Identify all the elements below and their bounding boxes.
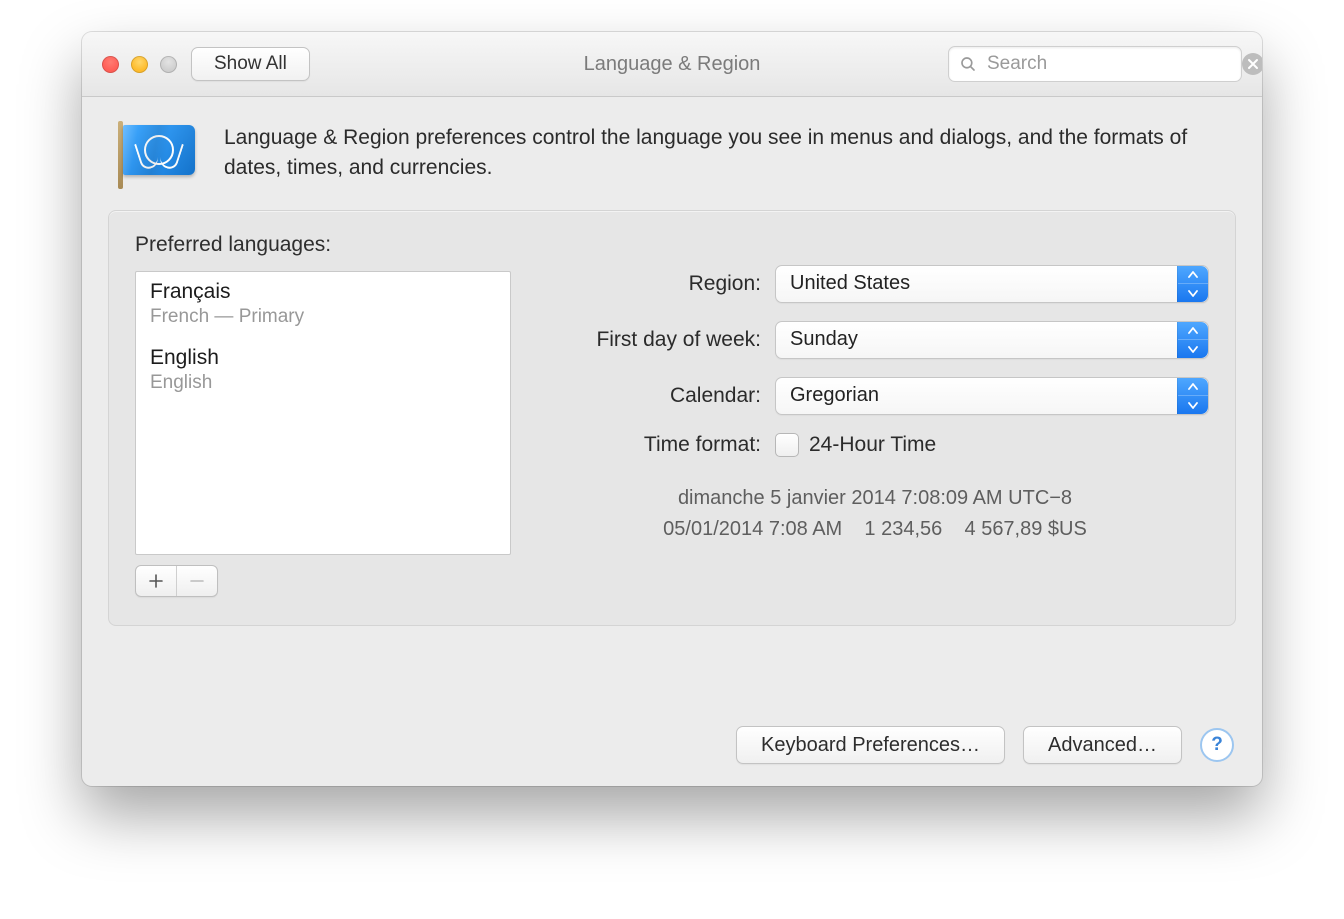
first-day-value: Sunday [790,328,858,351]
footer-buttons: Keyboard Preferences… Advanced… ? [736,726,1234,764]
intro-text: Language & Region preferences control th… [224,123,1226,184]
language-item[interactable]: Français French — Primary [136,272,510,338]
calendar-popup[interactable]: Gregorian [775,377,1209,415]
region-popup[interactable]: United States [775,265,1209,303]
chevron-up-down-icon [1177,322,1208,358]
add-remove-controls [135,565,218,597]
settings-group: Preferred languages: Français French — P… [108,210,1236,626]
format-example: dimanche 5 janvier 2014 7:08:09 AM UTC−8… [541,483,1209,545]
region-value: United States [790,272,910,295]
titlebar: Show All Language & Region [82,32,1262,97]
language-detail: French — Primary [150,306,496,328]
calendar-label: Calendar: [541,384,761,408]
minimize-window-button[interactable] [131,56,148,73]
calendar-value: Gregorian [790,384,879,407]
advanced-button[interactable]: Advanced… [1023,726,1182,764]
search-icon [959,55,977,73]
time-format-label: Time format: [541,433,761,457]
clear-search-button[interactable] [1242,53,1262,75]
preferred-languages-list[interactable]: Français French — Primary English Englis… [135,271,511,555]
keyboard-preferences-button[interactable]: Keyboard Preferences… [736,726,1005,764]
close-window-button[interactable] [102,56,119,73]
help-button[interactable]: ? [1200,728,1234,762]
remove-language-button[interactable] [176,566,217,596]
chevron-up-down-icon [1177,266,1208,302]
first-day-popup[interactable]: Sunday [775,321,1209,359]
preferred-languages-label: Preferred languages: [135,233,511,257]
window-controls [102,56,177,73]
show-all-button[interactable]: Show All [191,47,310,81]
chevron-up-down-icon [1177,378,1208,414]
intro-row: Language & Region preferences control th… [82,97,1262,204]
search-field[interactable] [948,46,1242,82]
24-hour-label: 24-Hour Time [809,433,936,457]
first-day-label: First day of week: [541,328,761,352]
24-hour-checkbox[interactable] [775,433,799,457]
language-item[interactable]: English English [136,338,510,404]
un-flag-icon [118,125,196,183]
language-name: English [150,346,496,370]
language-name: Français [150,280,496,304]
preferences-window: Show All Language & Region [82,32,1262,786]
add-language-button[interactable] [136,566,176,596]
language-detail: English [150,372,496,394]
region-label: Region: [541,272,761,296]
zoom-window-button [160,56,177,73]
search-input[interactable] [985,52,1234,76]
